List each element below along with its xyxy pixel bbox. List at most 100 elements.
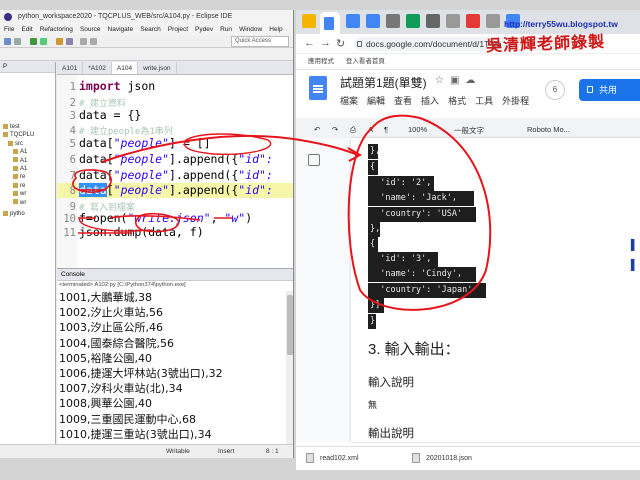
editor-tab-a102[interactable]: *A102 [83, 62, 112, 74]
folder-icon [13, 199, 18, 205]
code-token: ) [245, 211, 253, 225]
docs-logo-icon[interactable] [309, 76, 327, 100]
zoom-select[interactable]: 100% [408, 125, 427, 134]
debug-icon[interactable] [40, 38, 47, 45]
code-line[interactable]: 10 f=open("write.json", "w") [57, 211, 293, 226]
tab-docs-icon-2[interactable] [346, 14, 360, 28]
style-select[interactable]: 一般文字 [454, 125, 484, 136]
back-icon[interactable] [80, 38, 87, 45]
redo-icon[interactable]: ↷ [332, 125, 338, 134]
package-tree-item[interactable]: src [0, 140, 55, 148]
open-type-icon[interactable] [56, 38, 63, 45]
package-tree-item[interactable]: wr [0, 199, 55, 207]
package-tree-item[interactable]: TQCPLU [0, 131, 55, 139]
package-tree-item[interactable]: wr [0, 190, 55, 198]
print-icon[interactable]: ⎙ [350, 125, 356, 135]
cloud-status-icon[interactable]: ☁ [465, 75, 481, 86]
package-tree-item[interactable]: A1 [0, 165, 55, 173]
docs-menu-item[interactable]: 檔案 [340, 94, 358, 107]
tab-github-icon[interactable] [426, 14, 440, 28]
tab-page-icon[interactable] [446, 14, 460, 28]
quick-access-input[interactable]: Quick Access [231, 36, 289, 47]
code-area[interactable]: 1 import json 2 # 建立資料 3 data = {} 4 # 建立people… [57, 75, 293, 268]
docs-menu-item[interactable]: 工具 [475, 94, 493, 107]
menu-item-pydev[interactable]: Pydev [195, 24, 213, 35]
bookmark-apps[interactable]: 應用程式 [308, 58, 334, 65]
outline-icon[interactable] [308, 154, 320, 166]
star-icon[interactable]: ☆ [435, 75, 450, 86]
bookmark-login[interactable]: 登入看者首頁 [346, 58, 385, 65]
share-button[interactable]: 共用 [579, 79, 640, 101]
package-tree-label: test [10, 124, 20, 130]
console-tab[interactable]: Console [57, 269, 293, 281]
package-tree-item[interactable]: pytho [0, 210, 55, 218]
package-tree-label: wr [20, 191, 27, 198]
docs-menu-item[interactable]: 編輯 [367, 94, 385, 107]
reload-icon[interactable]: ↻ [336, 37, 345, 50]
menu-item-search[interactable]: Search [140, 24, 161, 35]
docs-menu-item[interactable]: 插入 [421, 94, 439, 107]
menu-item-navigate[interactable]: Navigate [108, 24, 134, 35]
forward-arrow-icon[interactable]: → [320, 37, 331, 49]
collaborator-avatar[interactable]: 6 [545, 80, 565, 100]
package-tree-item[interactable]: re [0, 173, 55, 181]
package-explorer-tab[interactable]: P [0, 62, 55, 73]
code-line[interactable]: 11 json.dump(data, f) [57, 225, 293, 240]
editor-tab-writejson[interactable]: write.json [138, 62, 177, 74]
folder-icon [13, 149, 18, 155]
docs-menu-item[interactable]: 查看 [394, 94, 412, 107]
editor-tab-a101[interactable]: A101 [57, 62, 84, 74]
search-icon[interactable] [66, 38, 73, 45]
file-icon [412, 453, 420, 463]
editor-tabs: A101 *A102 A104 write.json [57, 62, 293, 75]
tab-generic-icon[interactable] [386, 14, 400, 28]
tab-sheets-icon[interactable] [406, 14, 420, 28]
tab-docs-icon-3[interactable] [366, 14, 380, 28]
document-title[interactable]: 試題第1題(單雙) [340, 74, 427, 91]
menu-item-source[interactable]: Source [80, 24, 101, 35]
menu-item-run[interactable]: Run [220, 24, 232, 35]
console-scrollbar[interactable] [286, 291, 293, 445]
save-icon[interactable] [14, 38, 21, 45]
code-line[interactable]: 5 data["people"] = [] [57, 136, 293, 151]
tab-docs-active[interactable] [320, 12, 340, 34]
package-tree-item[interactable]: test [0, 123, 55, 131]
font-select[interactable]: Roboto Mo... [527, 125, 570, 134]
folder-icon [13, 157, 18, 163]
package-tree-item[interactable]: A1 [0, 148, 55, 156]
package-tree-item[interactable]: re [0, 182, 55, 190]
editor-tab-a104[interactable]: A104 [111, 62, 139, 74]
run-icon[interactable] [30, 38, 37, 45]
docs-menu-item[interactable]: 格式 [448, 94, 466, 107]
paint-format-icon[interactable]: ¶ [384, 125, 388, 134]
tab-page-icon-2[interactable] [486, 14, 500, 28]
code-line[interactable]: 1 import json [57, 79, 293, 94]
code-line[interactable]: 6 data["people"].append({"id": [57, 152, 293, 167]
menu-item-edit[interactable]: Edit [21, 24, 32, 35]
docs-menu-item[interactable]: 外掛程 [502, 94, 529, 107]
code-line[interactable]: 7 data["people"].append({"id": [57, 168, 293, 183]
forward-icon[interactable] [90, 38, 97, 45]
menu-item-refactoring[interactable]: Refactoring [40, 24, 73, 35]
menu-item-window[interactable]: Window [239, 24, 262, 35]
menu-item-project[interactable]: Project [168, 24, 188, 35]
new-file-icon[interactable] [4, 38, 11, 45]
tab-drive-icon[interactable] [302, 14, 316, 28]
package-tree-item[interactable]: A1 [0, 157, 55, 165]
json-code-line: } [368, 314, 376, 329]
undo-icon[interactable]: ↶ [314, 125, 320, 134]
status-writable: Writable [166, 448, 190, 455]
eclipse-toolbar: Quick Access [0, 35, 293, 48]
code-line[interactable]: 3 data = {} [57, 108, 293, 123]
move-folder-icon[interactable]: ▣ [450, 75, 465, 86]
tab-youtube-icon[interactable] [466, 14, 480, 28]
download-item-json[interactable]: 20201018.json [412, 453, 472, 463]
menu-item-help[interactable]: Help [269, 24, 282, 35]
spellcheck-icon[interactable]: A [368, 125, 373, 134]
menu-item-file[interactable]: File [4, 24, 14, 35]
code-line[interactable]: 8 data["people"].append({"id": [57, 183, 293, 198]
download-item-xml[interactable]: read102.xml [306, 453, 359, 463]
console-scroll-thumb[interactable] [287, 295, 293, 355]
back-arrow-icon[interactable]: ← [304, 37, 315, 49]
document-page[interactable]: 3. 輸入輸出： 輸入說明 無 輸出說明 },{ 'id': '2', 'nam… [351, 138, 640, 442]
